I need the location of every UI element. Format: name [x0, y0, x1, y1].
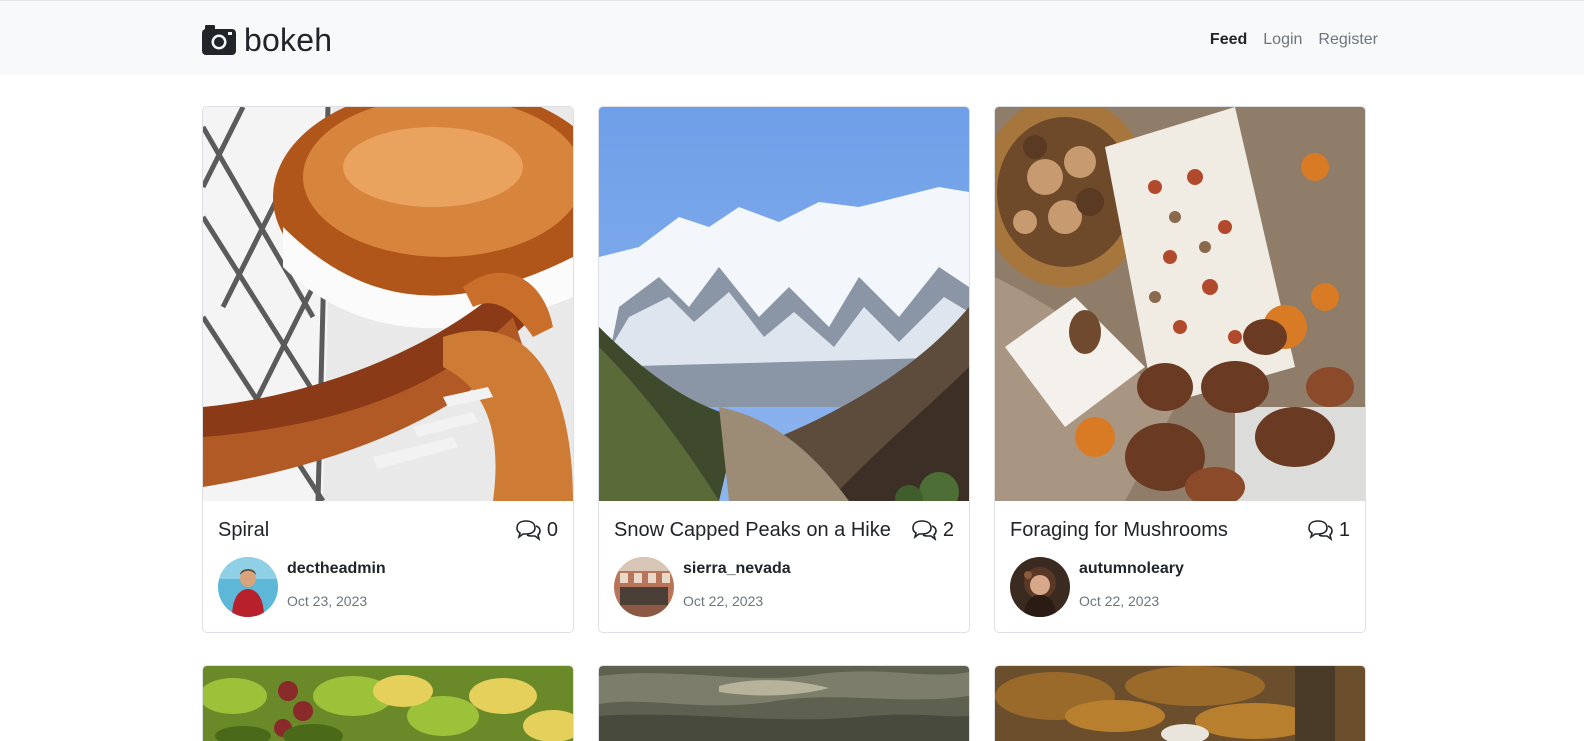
post-card[interactable]: Foraging for Mushrooms 1 autumnoleary Oc…	[994, 106, 1366, 633]
mushrooms-photo[interactable]	[995, 107, 1365, 501]
avatar[interactable]	[614, 557, 674, 617]
post-title[interactable]: Foraging for Mushrooms	[1010, 517, 1228, 543]
top-navbar: bokeh Feed Login Register	[0, 0, 1584, 75]
post-date: Oct 22, 2023	[1079, 593, 1160, 609]
avatar[interactable]	[1010, 557, 1070, 617]
nav-feed-link[interactable]: Feed	[1210, 29, 1247, 51]
comments-icon	[912, 520, 937, 541]
post-author-link[interactable]: dectheadmin	[287, 560, 386, 578]
nav-register-link[interactable]: Register	[1318, 29, 1378, 51]
water-landscape-photo[interactable]	[599, 666, 969, 741]
post-title[interactable]: Spiral	[218, 517, 269, 543]
comment-count-value: 2	[942, 519, 954, 541]
comments-icon	[1308, 520, 1333, 541]
comment-count[interactable]: 2	[911, 517, 954, 543]
post-date: Oct 22, 2023	[683, 593, 764, 609]
autumn-forest-photo[interactable]	[995, 666, 1365, 741]
comments-icon	[516, 520, 541, 541]
post-date: Oct 23, 2023	[287, 593, 368, 609]
brand-name: bokeh	[244, 22, 333, 58]
post-card[interactable]: Spiral 0 dectheadmin Oct 23, 2023	[202, 106, 574, 633]
bananas-market-photo[interactable]	[203, 666, 573, 741]
main-nav: Feed Login Register	[1210, 29, 1378, 51]
brand-link[interactable]: bokeh	[202, 23, 332, 57]
post-card[interactable]	[598, 665, 970, 741]
nav-login-link[interactable]: Login	[1263, 29, 1302, 51]
post-card[interactable]	[994, 665, 1366, 741]
comment-count[interactable]: 1	[1307, 517, 1350, 543]
snowy-mountains-photo[interactable]	[599, 107, 969, 501]
comment-count-value: 1	[1338, 519, 1350, 541]
comment-count[interactable]: 0	[515, 517, 558, 543]
camera-icon	[202, 25, 236, 55]
post-title[interactable]: Snow Capped Peaks on a Hike	[614, 517, 891, 543]
post-author-link[interactable]: autumnoleary	[1079, 560, 1184, 578]
avatar[interactable]	[218, 557, 278, 617]
post-card[interactable]: Snow Capped Peaks on a Hike 2 sierra_nev…	[598, 106, 970, 633]
post-card[interactable]	[202, 665, 574, 741]
post-author-link[interactable]: sierra_nevada	[683, 560, 791, 578]
spiral-staircase-photo[interactable]	[203, 107, 573, 501]
comment-count-value: 0	[546, 519, 558, 541]
